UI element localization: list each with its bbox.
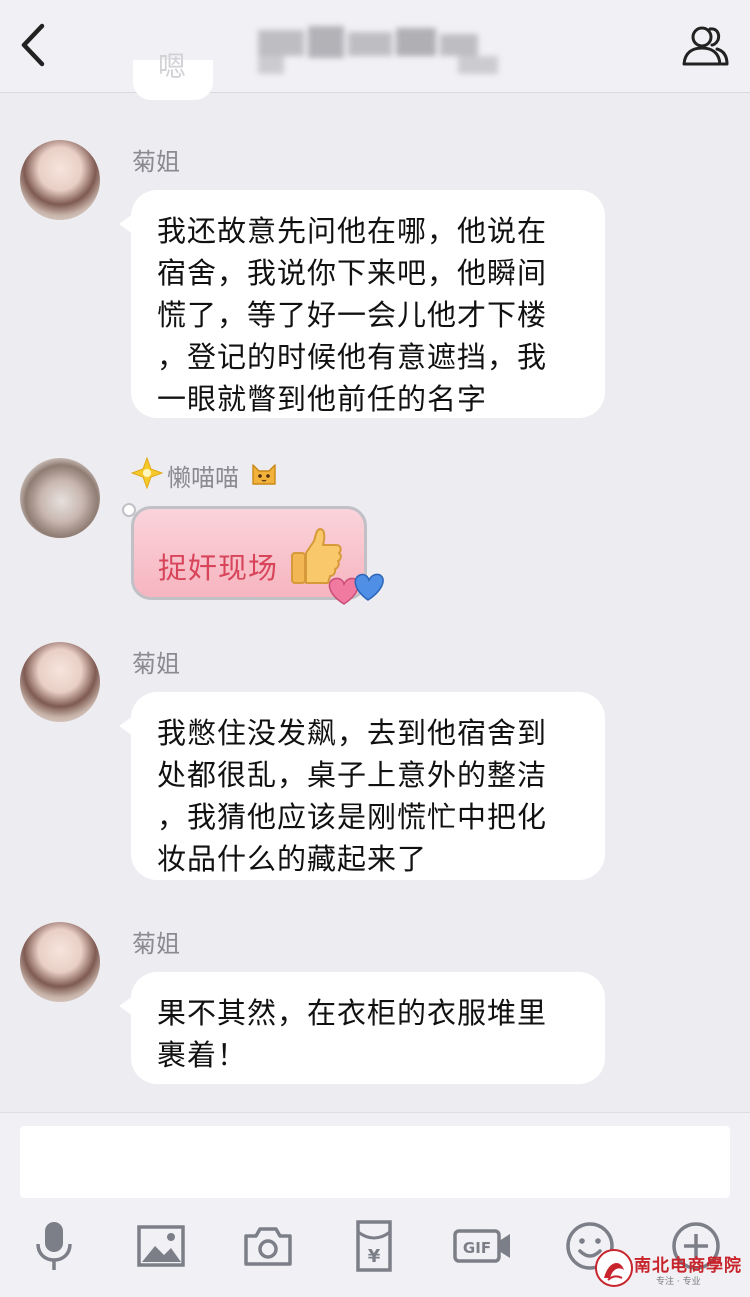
microphone-icon[interactable] <box>26 1218 82 1274</box>
message-line: 果不其然，在衣柜的衣服堆里 <box>157 996 548 1030</box>
message-line: ，登记的时候他有意遮挡，我 <box>157 340 548 374</box>
avatar-juji[interactable] <box>20 642 100 722</box>
sender-name: 菊姐 <box>132 650 180 678</box>
message-line: 我还故意先问他在哪，他说在 <box>157 214 548 248</box>
message-line: 妆品什么的藏起来了 <box>157 842 428 876</box>
sticker-text: 捉奸现场 <box>158 551 279 585</box>
watermark-emblem-icon <box>595 1249 633 1287</box>
message-line: 慌了，等了好一会儿他才下楼 <box>157 298 548 332</box>
chat-header <box>0 0 750 93</box>
message-bubble[interactable]: 我憋住没发飙，去到他宿舍到 处都很乱，桌子上意外的整洁 ，我猜他应该是刚慌忙中把… <box>119 692 605 880</box>
svg-text:GIF: GIF <box>463 1239 491 1257</box>
sender-name: 懒喵喵 <box>167 464 239 492</box>
previous-message-text: 嗯 <box>158 50 187 83</box>
message-bubble[interactable]: 果不其然，在衣柜的衣服堆里 裹着！ <box>119 972 605 1084</box>
star-badge-icon <box>131 457 163 489</box>
sender-name: 菊姐 <box>132 930 180 958</box>
image-icon[interactable] <box>133 1218 189 1274</box>
cat-face-icon <box>252 464 276 485</box>
message-bubble[interactable]: 我还故意先问他在哪，他说在 宿舍，我说你下来吧，他瞬间 慌了，等了好一会儿他才下… <box>119 190 605 418</box>
gif-icon[interactable]: GIF <box>453 1218 513 1274</box>
message-line: 裹着！ <box>157 1038 248 1072</box>
watermark-subtitle: 专注 · 专业 <box>656 1277 701 1287</box>
avatar-juji[interactable] <box>20 140 100 220</box>
hearts-icon <box>328 573 384 605</box>
sender-name: 菊姐 <box>132 148 180 176</box>
watermark-logo: 南北电商學院 专注 · 专业 <box>594 1248 746 1292</box>
message-line: 一眼就瞥到他前任的名字 <box>157 382 488 416</box>
red-packet-icon[interactable]: ¥ <box>346 1218 402 1274</box>
message-line: ，我猜他应该是刚慌忙中把化 <box>157 800 548 834</box>
avatar-lanmiaomiao[interactable] <box>20 458 100 538</box>
message-line: 我憋住没发飙，去到他宿舍到 <box>157 716 548 750</box>
chevron-left-icon[interactable] <box>14 20 54 70</box>
chat-title-blurred <box>258 26 500 76</box>
watermark-title: 南北电商學院 <box>634 1256 742 1276</box>
message-input[interactable] <box>20 1126 730 1198</box>
camera-icon[interactable] <box>240 1218 296 1274</box>
svg-text:¥: ¥ <box>368 1246 381 1267</box>
avatar-juji[interactable] <box>20 922 100 1002</box>
people-icon[interactable] <box>680 22 730 70</box>
message-line: 处都很乱，桌子上意外的整洁 <box>157 758 548 792</box>
message-line: 宿舍，我说你下来吧，他瞬间 <box>157 256 548 290</box>
